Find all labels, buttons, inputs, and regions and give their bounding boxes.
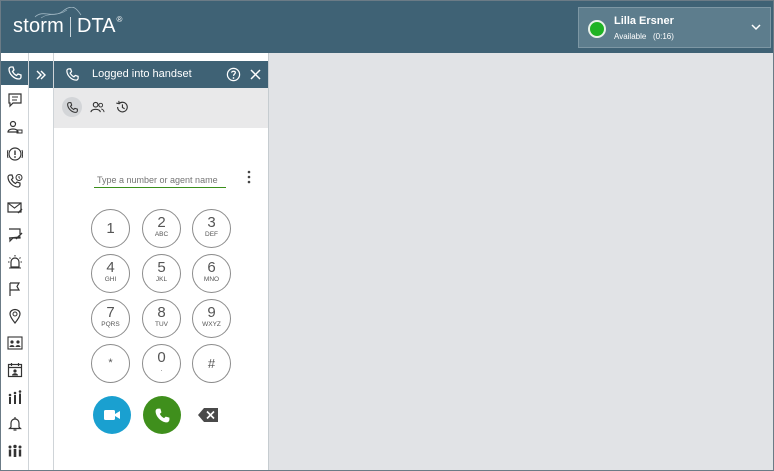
backspace-icon[interactable] [197,407,219,423]
nav-location[interactable] [1,304,28,328]
dial-key-2[interactable]: 2 ABC [142,209,181,248]
phone-icon [7,66,22,80]
location-icon [8,308,21,324]
expand-panel-button[interactable] [29,61,53,88]
alert-circle-icon [6,147,23,161]
nav-notes[interactable] [1,223,28,247]
dial-key-hash[interactable]: # [192,344,231,383]
dialer-panel: Logged into handset 1 2ABC 3DEF 4GHI 5JK… [54,53,269,470]
nav-agents[interactable] [1,115,28,139]
nav-phone[interactable] [1,61,28,85]
more-options-icon[interactable] [246,170,252,184]
nav-email[interactable] [1,196,28,220]
dial-key-3[interactable]: 3 DEF [192,209,231,248]
dial-key-8[interactable]: 8 TUV [142,299,181,338]
dialer-tabs [54,88,268,128]
dial-key-0[interactable]: 0. [142,344,181,383]
group-stats-icon [8,390,21,404]
tab-dialpad[interactable] [62,97,82,117]
left-nav-rail [1,53,29,471]
chat-icon [7,93,22,108]
agent-icon [6,120,22,134]
user-status-menu[interactable]: Lilla Ersner Available (0:16) [578,7,771,48]
history-icon [116,100,128,113]
nav-alerts[interactable] [1,142,28,166]
dial-key-star[interactable]: * [91,344,130,383]
call-button[interactable] [143,396,181,434]
nav-alarm[interactable] [1,250,28,274]
handset-icon [66,68,79,81]
video-camera-icon [104,410,120,420]
app-window: storm DTA ® Lilla Ersner Available (0:16… [0,0,774,471]
nav-chat[interactable] [1,88,28,112]
logo-registered-mark: ® [116,15,123,24]
dial-key-9[interactable]: 9 WXYZ [192,299,231,338]
nav-calendar[interactable] [1,358,28,382]
dial-key-7[interactable]: 7 PQRS [91,299,130,338]
siren-icon [7,255,22,269]
tab-history[interactable] [112,97,132,117]
phone-icon [66,101,78,113]
team-board-icon [6,336,23,350]
bell-icon [7,417,22,431]
phone-clock-icon [6,174,22,188]
panel-expand-strip [29,53,54,470]
nav-flag[interactable] [1,277,28,301]
dial-key-5[interactable]: 5 JKL [142,254,181,293]
nav-directory[interactable] [1,331,28,355]
dial-key-1[interactable]: 1 [91,209,130,248]
nav-notifications[interactable] [1,412,28,436]
flag-icon [8,282,20,296]
chevron-down-icon[interactable] [750,21,762,33]
dialer-title: Logged into handset [92,68,192,80]
nav-more[interactable] [1,463,28,471]
availability-indicator [588,20,606,38]
top-header: storm DTA ® Lilla Ersner Available (0:16… [1,1,773,53]
contacts-icon [89,101,104,112]
dialer-header: Logged into handset [54,61,268,88]
close-icon[interactable] [250,69,261,80]
user-status-text: Available [614,32,647,41]
dial-key-6[interactable]: 6 MNO [192,254,231,293]
user-name: Lilla Ersner [614,15,674,27]
video-call-button[interactable] [93,396,131,434]
number-search-input[interactable] [94,166,226,188]
user-status-timer: (0:16) [653,32,674,41]
people-icon [8,444,21,457]
email-icon [6,202,22,214]
tab-contacts[interactable] [87,97,107,117]
storm-dta-logo: storm DTA ® [13,7,123,38]
logo-swirl-icon [34,7,82,19]
user-status-line: Available (0:16) [614,32,674,41]
nav-call-history[interactable] [1,169,28,193]
menu-icon [7,467,23,471]
calendar-person-icon [7,363,22,378]
phone-icon [155,408,169,422]
nav-statistics[interactable] [1,385,28,409]
dial-key-4[interactable]: 4 GHI [91,254,130,293]
logo-divider [70,16,71,37]
help-icon[interactable] [226,67,241,82]
edit-message-icon [8,228,22,243]
nav-teams[interactable] [1,439,28,463]
double-chevron-right-icon [36,70,46,79]
